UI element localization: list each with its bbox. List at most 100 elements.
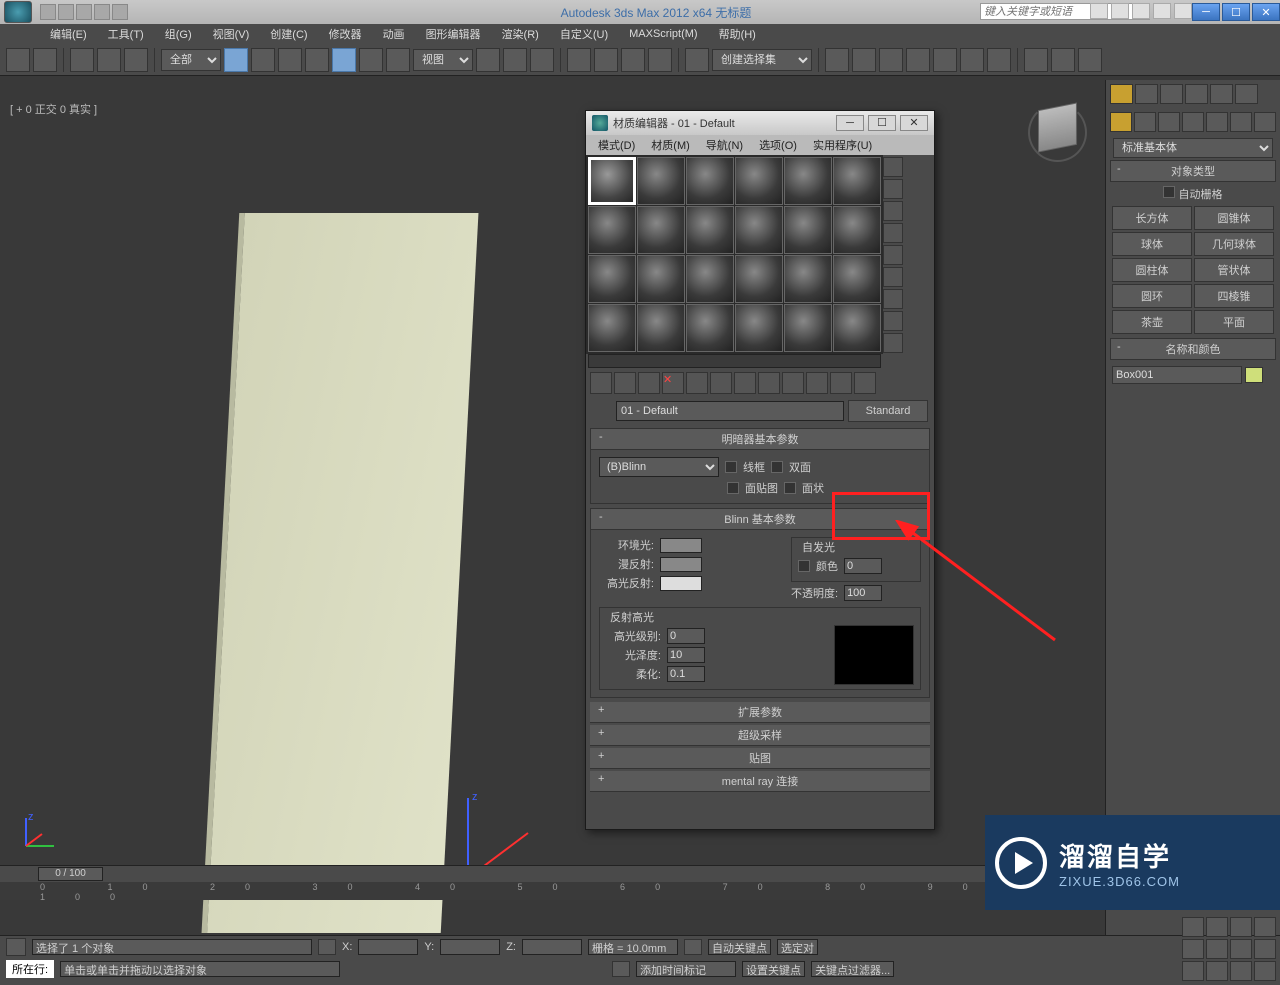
redo-icon[interactable] <box>33 48 57 72</box>
material-editor-titlebar[interactable]: 材质编辑器 - 01 - Default ─ ☐ ✕ <box>586 111 934 135</box>
faceted-checkbox[interactable] <box>784 482 796 494</box>
helpers-icon[interactable] <box>1206 112 1228 132</box>
background-icon[interactable] <box>883 201 903 221</box>
reset-map-icon[interactable]: ✕ <box>662 372 684 394</box>
spinner-snap-icon[interactable] <box>648 48 672 72</box>
select-scale-icon[interactable] <box>386 48 410 72</box>
material-slot[interactable] <box>833 206 881 254</box>
layers-icon[interactable] <box>879 48 903 72</box>
selection-filter-dropdown[interactable]: 全部 <box>161 49 221 71</box>
mat-menu-modes[interactable]: 模式(D) <box>592 137 641 153</box>
align-icon[interactable] <box>852 48 876 72</box>
rollout-maps[interactable]: 贴图 <box>590 748 930 769</box>
selected-button[interactable]: 选定对 <box>777 939 818 955</box>
time-slider-track[interactable]: 0 / 100 <box>0 866 1105 882</box>
sample-uv-icon[interactable] <box>883 223 903 243</box>
ref-coord-dropdown[interactable]: 视图 <box>413 49 473 71</box>
object-color-swatch[interactable] <box>1245 367 1263 383</box>
graphite-icon[interactable] <box>906 48 930 72</box>
obj-sphere[interactable]: 球体 <box>1112 232 1192 256</box>
select-by-mat-icon[interactable] <box>883 311 903 331</box>
selfillum-spinner[interactable] <box>844 558 882 574</box>
material-slot[interactable] <box>784 304 832 352</box>
undo-icon[interactable] <box>6 48 30 72</box>
material-slot[interactable] <box>735 206 783 254</box>
mat-menu-material[interactable]: 材质(M) <box>645 137 696 153</box>
pick-material-icon[interactable] <box>592 401 612 421</box>
app-icon[interactable] <box>4 1 32 23</box>
unlink-icon[interactable] <box>97 48 121 72</box>
material-slot[interactable] <box>637 157 685 205</box>
mat-close-button[interactable]: ✕ <box>900 115 928 131</box>
obj-tube[interactable]: 管状体 <box>1194 258 1274 282</box>
time-config-icon[interactable] <box>1254 961 1276 981</box>
goto-start-icon[interactable] <box>1182 917 1204 937</box>
material-slot[interactable] <box>588 255 636 303</box>
menu-group[interactable]: 组(G) <box>155 24 202 44</box>
modify-tab-icon[interactable] <box>1135 84 1158 104</box>
spacewarps-icon[interactable] <box>1230 112 1252 132</box>
rollout-extended[interactable]: 扩展参数 <box>590 702 930 723</box>
bind-spacewarp-icon[interactable] <box>124 48 148 72</box>
next-frame-icon[interactable] <box>1254 917 1276 937</box>
mat-menu-utilities[interactable]: 实用程序(U) <box>807 137 878 153</box>
glossiness-spinner[interactable] <box>667 647 705 663</box>
use-pivot-icon[interactable] <box>476 48 500 72</box>
show-map-icon[interactable] <box>782 372 804 394</box>
material-editor-icon[interactable] <box>987 48 1011 72</box>
options-icon[interactable] <box>883 289 903 309</box>
material-slot[interactable] <box>637 206 685 254</box>
show-end-icon[interactable] <box>806 372 828 394</box>
orbit-icon[interactable] <box>1206 961 1228 981</box>
motion-tab-icon[interactable] <box>1185 84 1208 104</box>
menu-create[interactable]: 创建(C) <box>260 24 317 44</box>
spec-level-spinner[interactable] <box>667 628 705 644</box>
viewport-label[interactable]: [ + 0 正交 0 真实 ] <box>10 101 97 117</box>
help-icon[interactable] <box>1174 3 1192 19</box>
maximize-vp-icon[interactable] <box>1230 961 1252 981</box>
create-tab-icon[interactable] <box>1110 84 1133 104</box>
maximize-button[interactable]: ☐ <box>1222 3 1250 21</box>
make-unique-icon[interactable] <box>710 372 732 394</box>
lock-selection-icon[interactable] <box>318 939 336 955</box>
rollout-shader-params[interactable]: 明暗器基本参数 <box>591 429 929 450</box>
material-slot[interactable] <box>784 206 832 254</box>
snap-toggle-icon[interactable] <box>567 48 591 72</box>
geometry-icon[interactable] <box>1110 112 1132 132</box>
rollout-object-type[interactable]: 对象类型 <box>1110 160 1276 182</box>
qat-redo-icon[interactable] <box>112 4 128 20</box>
named-selset-dropdown[interactable]: 创建选择集 <box>712 49 812 71</box>
select-rotate-icon[interactable] <box>359 48 383 72</box>
backlight-icon[interactable] <box>883 179 903 199</box>
material-type-button[interactable]: Standard <box>848 400 928 422</box>
cameras-icon[interactable] <box>1182 112 1204 132</box>
material-slot[interactable] <box>588 304 636 352</box>
obj-geosphere[interactable]: 几何球体 <box>1194 232 1274 256</box>
x-coord-input[interactable] <box>358 939 418 955</box>
shader-dropdown[interactable]: (B)Blinn <box>599 457 719 477</box>
y-coord-input[interactable] <box>440 939 500 955</box>
add-time-tag[interactable]: 添加时间标记 <box>636 961 736 977</box>
material-slot[interactable] <box>784 157 832 205</box>
maxscript-mini-icon[interactable] <box>6 938 26 956</box>
prev-frame-icon[interactable] <box>1206 917 1228 937</box>
obj-box[interactable]: 长方体 <box>1112 206 1192 230</box>
rendered-frame-icon[interactable] <box>1051 48 1075 72</box>
material-slot[interactable] <box>637 255 685 303</box>
qat-open-icon[interactable] <box>58 4 74 20</box>
close-button[interactable]: ✕ <box>1252 3 1280 21</box>
pan-icon[interactable] <box>1182 939 1204 959</box>
2sided-checkbox[interactable] <box>771 461 783 473</box>
zoom-all-icon[interactable] <box>1230 939 1252 959</box>
material-slot-1[interactable] <box>588 157 636 205</box>
exchange-icon[interactable] <box>1132 3 1150 19</box>
setkey-button[interactable]: 设置关键点 <box>742 961 805 977</box>
edit-named-sel-icon[interactable] <box>685 48 709 72</box>
infocenter-icon[interactable] <box>1090 3 1108 19</box>
material-slot[interactable] <box>686 304 734 352</box>
rollout-name-color[interactable]: 名称和颜色 <box>1110 338 1276 360</box>
autokey-button[interactable]: 自动关键点 <box>708 939 771 955</box>
mat-map-nav-icon[interactable] <box>883 333 903 353</box>
shapes-icon[interactable] <box>1134 112 1156 132</box>
video-check-icon[interactable] <box>883 245 903 265</box>
